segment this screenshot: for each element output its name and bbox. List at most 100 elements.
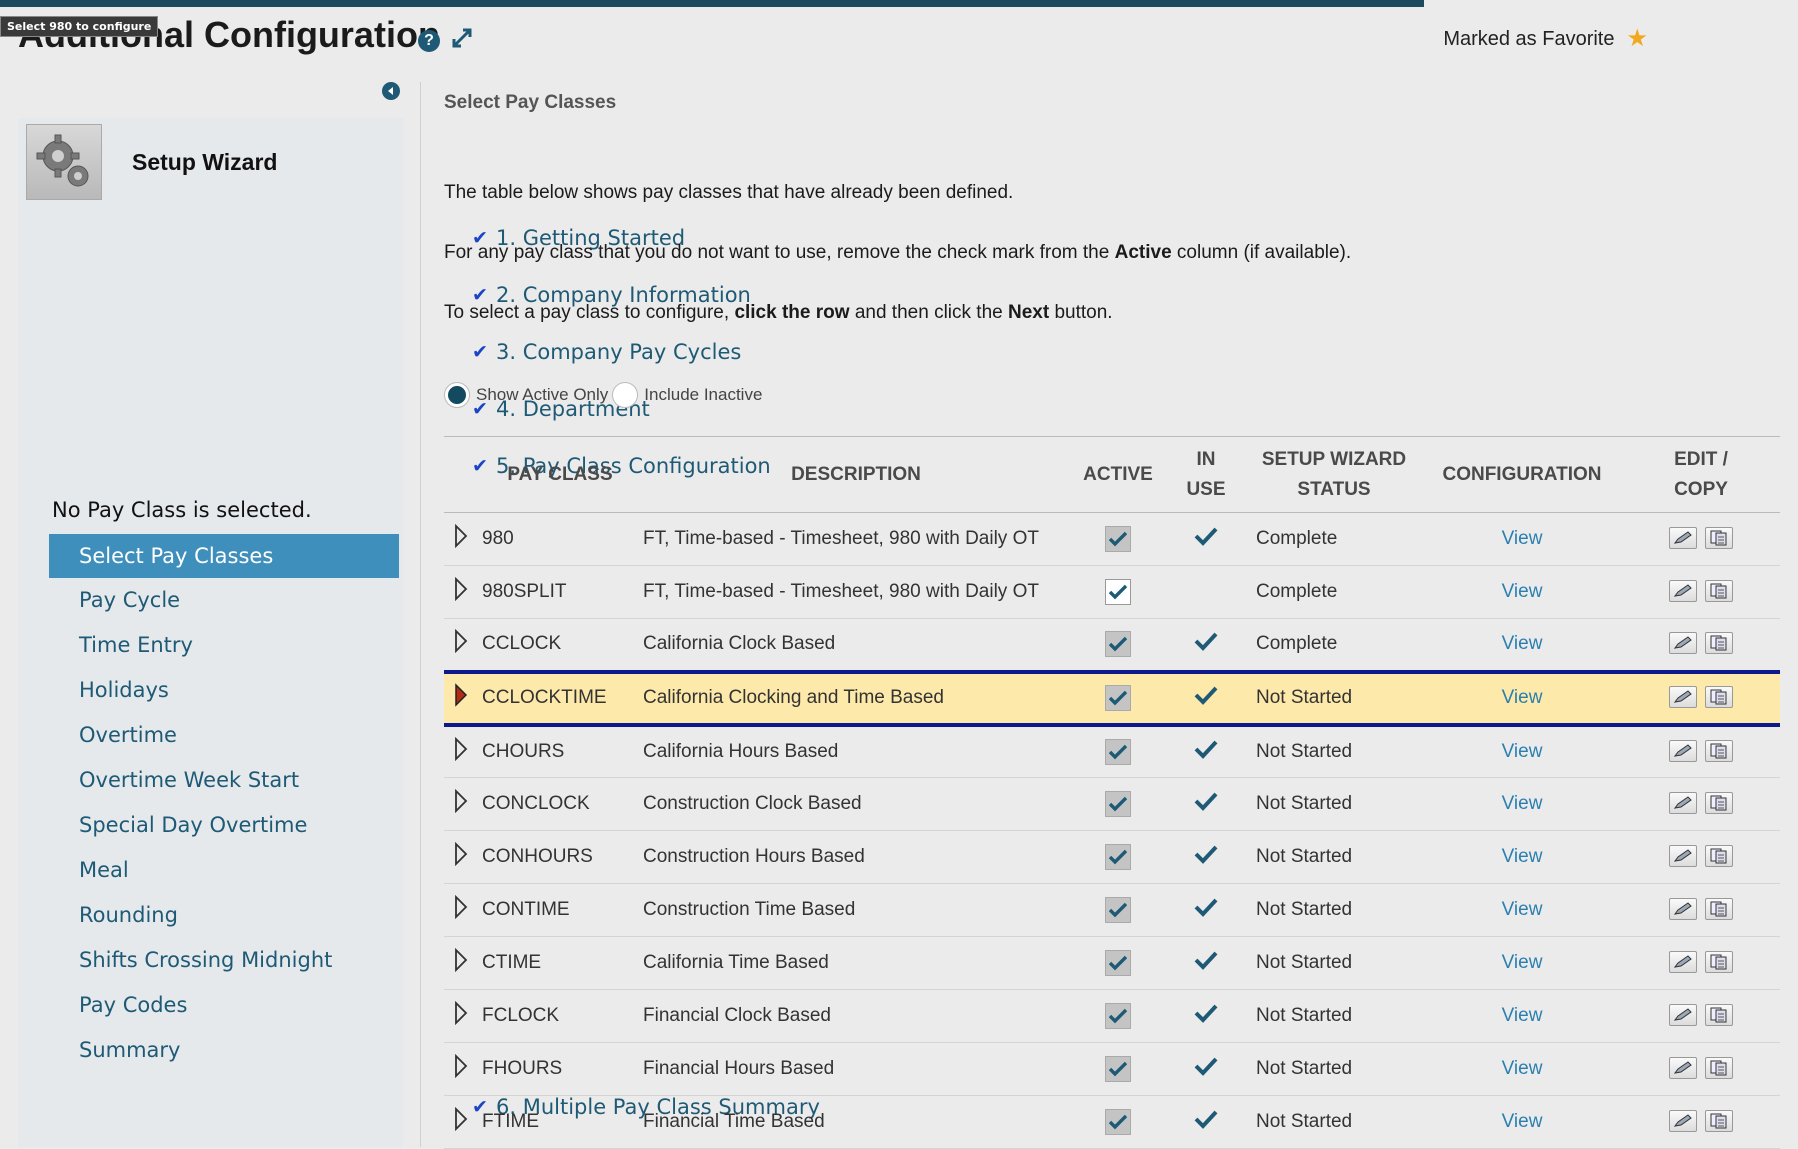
table-row[interactable]: FTIME Financial Time Based Not Started View [444,1095,1780,1149]
view-link[interactable]: View [1502,581,1543,602]
table-row[interactable]: CHOURS California Hours Based Not Started V… [444,724,1780,778]
triangle-right-icon[interactable] [444,1042,478,1096]
pencil-icon[interactable] [1669,632,1697,655]
header-line: STATUS [1297,478,1371,500]
header-configuration[interactable]: CONFIGURATION [1422,437,1622,513]
view-link[interactable]: View [1502,793,1543,814]
pencil-icon[interactable] [1669,580,1697,602]
substep-shifts-crossing-midnight[interactable]: Shifts Crossing Midnight [18,940,403,980]
show-active-only-label[interactable]: Show Active Only [476,385,608,405]
copy-icon[interactable] [1705,739,1733,762]
table-row[interactable]: FCLOCK Financial Clock Based Not Started Vi… [444,989,1780,1043]
copy-icon[interactable] [1705,1057,1733,1079]
copy-icon[interactable] [1705,845,1733,867]
step-company-pay-cycles[interactable]: ✔ 3. Company Pay Cycles [462,332,1798,372]
pencil-icon[interactable] [1669,845,1697,867]
in-use-cell [1166,1042,1246,1096]
table-row[interactable]: CCLOCKTIME California Clocking and Time B… [444,669,1780,727]
setup-status: Complete [1246,512,1422,566]
pencil-icon[interactable] [1669,792,1697,814]
header-pay-class[interactable]: PAY CLASS [478,437,642,513]
header-description[interactable]: DESCRIPTION [642,437,1070,513]
configuration-cell: View [1422,989,1622,1043]
substep-time-entry[interactable]: Time Entry [18,625,403,665]
expand-icon[interactable] [450,26,474,55]
include-inactive-label[interactable]: Include Inactive [644,385,762,405]
pencil-icon[interactable] [1669,1004,1697,1026]
table-row[interactable]: 980SPLIT FT, Time-based - Timesheet, 980 … [444,565,1780,619]
copy-icon[interactable] [1705,792,1733,814]
view-link[interactable]: View [1502,846,1543,867]
table-row[interactable]: CCLOCK California Clock Based Complete View [444,618,1780,672]
view-link[interactable]: View [1502,741,1543,762]
table-row[interactable]: CONCLOCK Construction Clock Based Not Star… [444,777,1780,831]
copy-icon[interactable] [1705,686,1733,708]
triangle-right-icon[interactable] [444,777,478,831]
table-row[interactable]: FHOURS Financial Hours Based Not Started Vi… [444,1042,1780,1096]
pencil-icon[interactable] [1669,527,1697,549]
triangle-right-icon[interactable] [444,669,478,727]
copy-icon[interactable] [1705,580,1733,602]
copy-icon[interactable] [1705,527,1733,549]
pay-class-code: CTIME [478,936,642,990]
table-row[interactable]: CTIME California Time Based Not Started Vie… [444,936,1780,990]
include-inactive-radio[interactable] [612,382,639,408]
copy-icon[interactable] [1705,1004,1733,1026]
setup-status: Not Started [1246,830,1422,884]
copy-icon[interactable] [1705,1110,1733,1132]
substep-overtime[interactable]: Overtime [18,715,403,755]
show-active-only-radio[interactable] [444,382,470,408]
substep-select-pay-classes[interactable]: Select Pay Classes [49,534,399,578]
pencil-icon[interactable] [1669,1110,1697,1132]
active-checkbox [1105,950,1131,976]
star-icon[interactable]: ★ [1626,27,1648,51]
view-link[interactable]: View [1502,899,1543,920]
view-link[interactable]: View [1502,528,1543,549]
triangle-right-icon[interactable] [444,618,478,672]
pencil-icon[interactable] [1669,1057,1697,1079]
table-row[interactable]: 980 FT, Time-based - Timesheet, 980 with … [444,512,1780,566]
table-row[interactable]: CONTIME Construction Time Based Not Starte… [444,883,1780,937]
pencil-icon[interactable] [1669,898,1697,920]
view-link[interactable]: View [1502,1111,1543,1132]
copy-icon[interactable] [1705,898,1733,920]
triangle-right-icon[interactable] [444,989,478,1043]
substep-special-day-overtime[interactable]: Special Day Overtime [18,805,403,845]
active-checkbox [1105,685,1131,711]
substep-meal[interactable]: Meal [18,850,403,890]
active-cell [1070,936,1166,990]
copy-icon[interactable] [1705,951,1733,973]
copy-icon[interactable] [1705,632,1733,655]
substep-holidays[interactable]: Holidays [18,670,403,710]
triangle-right-icon[interactable] [444,936,478,990]
help-icon[interactable]: ? [418,29,440,52]
configuration-cell: View [1422,565,1622,619]
collapse-sidebar-button[interactable] [382,82,400,100]
pencil-icon[interactable] [1669,739,1697,762]
substep-overtime-week-start[interactable]: Overtime Week Start [18,760,403,800]
view-link[interactable]: View [1502,952,1543,973]
substep-rounding[interactable]: Rounding [18,895,403,935]
substep-pay-codes[interactable]: Pay Codes [18,985,403,1025]
triangle-right-icon[interactable] [444,830,478,884]
active-checkbox[interactable] [1105,579,1131,605]
view-link[interactable]: View [1502,1058,1543,1079]
triangle-right-icon[interactable] [444,565,478,619]
active-cell [1070,989,1166,1043]
table-row[interactable]: CONHOURS Construction Hours Based Not Star… [444,830,1780,884]
view-link[interactable]: View [1502,633,1543,654]
triangle-right-icon[interactable] [444,724,478,778]
pencil-icon[interactable] [1669,951,1697,973]
view-link[interactable]: View [1502,1005,1543,1026]
triangle-right-icon[interactable] [444,883,478,937]
favorite-toggle[interactable]: Marked as Favorite ★ [1443,27,1648,51]
pencil-icon[interactable] [1669,686,1697,708]
substep-summary[interactable]: Summary [18,1030,403,1070]
header-active[interactable]: ACTIVE [1070,437,1166,513]
header-setup-wizard-status[interactable]: SETUP WIZARD STATUS [1246,437,1422,513]
header-in-use[interactable]: IN USE [1166,437,1246,513]
triangle-right-icon[interactable] [444,1095,478,1149]
view-link[interactable]: View [1502,687,1543,708]
triangle-right-icon[interactable] [444,512,478,566]
substep-pay-cycle[interactable]: Pay Cycle [18,580,403,620]
